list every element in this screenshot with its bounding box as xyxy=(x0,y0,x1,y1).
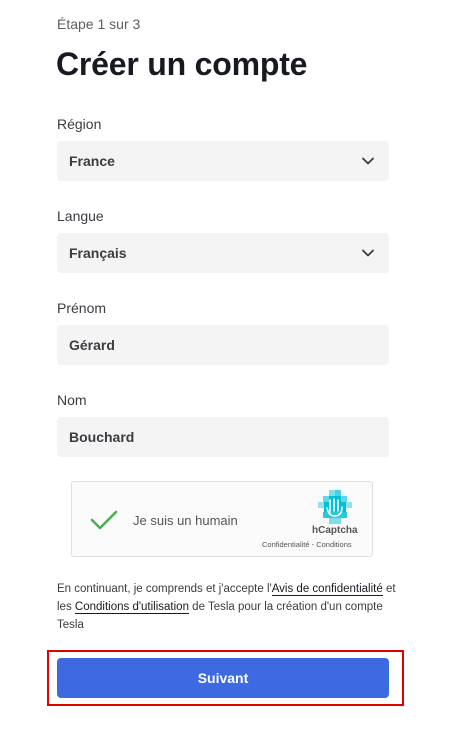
checkmark-icon[interactable] xyxy=(90,509,118,531)
captcha-widget: Je suis un humain hCaptcha Confidentiali… xyxy=(71,481,373,557)
chevron-down-icon xyxy=(362,249,374,257)
captcha-label: Je suis un humain xyxy=(133,513,238,528)
first-name-value: Gérard xyxy=(69,337,115,353)
first-name-label: Prénom xyxy=(57,300,107,316)
captcha-links[interactable]: Confidentialité - Conditions xyxy=(262,540,352,549)
region-value: France xyxy=(69,153,115,169)
legal-text-part1: En continuant, je comprends et j'accepte… xyxy=(57,583,272,595)
language-select[interactable]: Français xyxy=(57,233,389,273)
legal-notice: En continuant, je comprends et j'accepte… xyxy=(57,580,397,634)
region-select[interactable]: France xyxy=(57,141,389,181)
hcaptcha-logo-icon xyxy=(318,490,352,524)
first-name-input[interactable]: Gérard xyxy=(57,325,389,365)
step-indicator: Étape 1 sur 3 xyxy=(57,16,141,32)
next-button[interactable]: Suivant xyxy=(57,658,389,698)
last-name-value: Bouchard xyxy=(69,429,135,445)
page-title: Créer un compte xyxy=(56,46,308,82)
last-name-label: Nom xyxy=(57,392,87,408)
language-label: Langue xyxy=(57,208,104,224)
last-name-input[interactable]: Bouchard xyxy=(57,417,389,457)
terms-link[interactable]: Conditions d'utilisation xyxy=(74,601,189,614)
region-label: Région xyxy=(57,116,102,132)
language-value: Français xyxy=(69,245,127,261)
captcha-brand: hCaptcha xyxy=(312,525,358,536)
chevron-down-icon xyxy=(362,157,374,165)
privacy-link[interactable]: Avis de confidentialité xyxy=(271,583,383,596)
